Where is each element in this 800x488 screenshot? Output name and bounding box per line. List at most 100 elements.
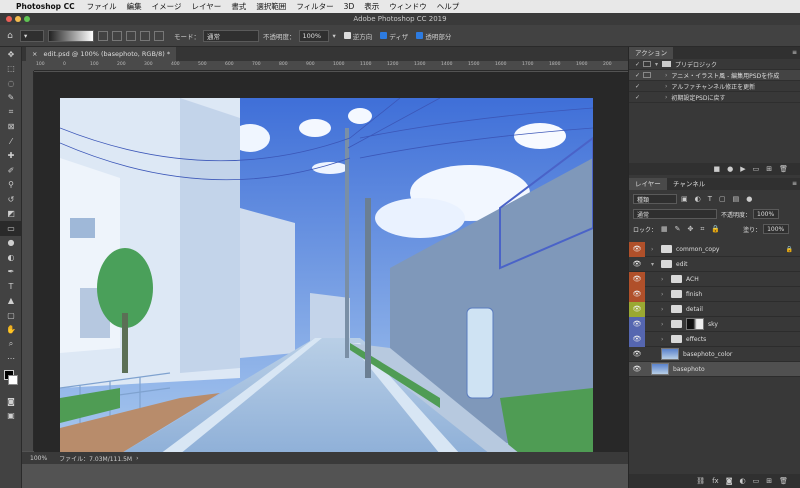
eraser-tool-icon[interactable]: ◩ bbox=[0, 207, 22, 222]
tab-actions[interactable]: アクション bbox=[629, 47, 674, 59]
new-group-icon[interactable]: ▭ bbox=[753, 477, 760, 485]
zoom-tool-icon[interactable]: ⌕ bbox=[0, 337, 22, 352]
menu-select[interactable]: 選択範囲 bbox=[256, 1, 286, 12]
dodge-tool-icon[interactable]: ◐ bbox=[0, 250, 22, 265]
action-toggle-icon[interactable]: ✓ bbox=[635, 72, 643, 79]
layer-row[interactable]: 👁 ▾ edit bbox=[629, 257, 800, 272]
tool-preset-picker[interactable]: ▾ bbox=[20, 29, 44, 42]
lock-all-icon[interactable]: 🔒 bbox=[711, 225, 720, 233]
background-color-swatch[interactable] bbox=[8, 375, 18, 385]
menu-filter[interactable]: フィルター bbox=[296, 1, 333, 12]
blur-tool-icon[interactable]: ● bbox=[0, 236, 22, 251]
visibility-eye-icon[interactable]: 👁 bbox=[629, 286, 645, 302]
mode-select[interactable]: 通常 bbox=[203, 29, 259, 42]
menu-edit[interactable]: 編集 bbox=[127, 1, 142, 12]
chevron-right-icon[interactable]: › bbox=[665, 83, 667, 90]
frame-tool-icon[interactable]: ⊠ bbox=[0, 120, 22, 135]
type-tool-icon[interactable]: T bbox=[0, 279, 22, 294]
link-layers-icon[interactable]: ⛓ bbox=[696, 477, 705, 485]
chevron-right-icon[interactable]: › bbox=[661, 321, 667, 328]
action-row[interactable]: ✓ › アニメ・イラスト風 - 編集用PSDを作成 bbox=[629, 70, 800, 81]
layer-mask-icon[interactable]: ◙ bbox=[726, 477, 733, 485]
layer-thumbnail[interactable] bbox=[651, 363, 669, 375]
filter-adjust-icon[interactable]: ◐ bbox=[695, 195, 701, 203]
layer-style-icon[interactable]: fx bbox=[712, 477, 719, 485]
chevron-right-icon[interactable]: › bbox=[661, 291, 667, 298]
menu-file[interactable]: ファイル bbox=[87, 1, 117, 12]
action-toggle-icon[interactable]: ✓ bbox=[635, 61, 643, 68]
zoom-window-icon[interactable] bbox=[24, 16, 30, 22]
action-toggle-icon[interactable]: ✓ bbox=[635, 83, 643, 90]
layer-row[interactable]: 👁 › ACH bbox=[629, 271, 800, 287]
pen-tool-icon[interactable]: ✒ bbox=[0, 265, 22, 280]
visibility-eye-icon[interactable]: 👁 bbox=[629, 331, 645, 347]
filter-toggle-icon[interactable]: ● bbox=[746, 195, 752, 203]
filter-pixel-icon[interactable]: ▣ bbox=[681, 195, 688, 203]
home-icon[interactable]: ⌂ bbox=[0, 31, 20, 41]
linear-gradient-button[interactable] bbox=[98, 30, 108, 41]
visibility-eye-icon[interactable]: 👁 bbox=[629, 362, 645, 377]
fill-input[interactable]: 100% bbox=[763, 224, 790, 234]
crop-tool-icon[interactable]: ⌗ bbox=[0, 105, 22, 120]
lock-pixels-icon[interactable]: ✎ bbox=[675, 225, 681, 233]
rectangle-tool-icon[interactable]: ▢ bbox=[0, 308, 22, 323]
tab-channels[interactable]: チャンネル bbox=[667, 178, 711, 190]
panel-menu-icon[interactable]: ≡ bbox=[792, 180, 797, 187]
visibility-eye-icon[interactable]: 👁 bbox=[629, 271, 645, 287]
chevron-right-icon[interactable]: › bbox=[665, 72, 667, 79]
layer-row[interactable]: 👁 › effects bbox=[629, 331, 800, 347]
reverse-checkbox[interactable] bbox=[343, 32, 351, 39]
quick-mask-icon[interactable]: ◙ bbox=[0, 394, 22, 409]
menu-layer[interactable]: レイヤー bbox=[192, 1, 222, 12]
marquee-tool-icon[interactable]: ⬚ bbox=[0, 62, 22, 77]
new-set-icon[interactable]: ▭ bbox=[753, 165, 760, 173]
eyedropper-tool-icon[interactable]: ⁄ bbox=[0, 134, 22, 149]
new-action-icon[interactable]: ⊞ bbox=[766, 165, 772, 173]
brush-tool-icon[interactable]: ✐ bbox=[0, 163, 22, 178]
radial-gradient-button[interactable] bbox=[112, 30, 122, 41]
visibility-eye-icon[interactable]: 👁 bbox=[629, 257, 645, 272]
menu-image[interactable]: イメージ bbox=[152, 1, 182, 12]
filter-smart-icon[interactable]: ▤ bbox=[733, 195, 740, 203]
layer-row[interactable]: 👁 basephoto bbox=[629, 362, 800, 377]
close-window-icon[interactable] bbox=[6, 16, 12, 22]
chevron-right-icon[interactable]: › bbox=[661, 336, 667, 343]
opacity-input[interactable]: 100% bbox=[298, 29, 329, 42]
minimize-window-icon[interactable] bbox=[15, 16, 21, 22]
angle-gradient-button[interactable] bbox=[126, 30, 136, 41]
panel-menu-icon[interactable]: ≡ bbox=[792, 49, 797, 56]
chevron-right-icon[interactable]: › bbox=[661, 276, 667, 283]
play-icon[interactable]: ▶ bbox=[740, 165, 745, 173]
screen-mode-icon[interactable]: ▣ bbox=[0, 409, 22, 424]
visibility-eye-icon[interactable]: 👁 bbox=[629, 347, 645, 362]
action-toggle-icon[interactable]: ✓ bbox=[635, 94, 643, 101]
reflected-gradient-button[interactable] bbox=[140, 30, 150, 41]
opacity-chevron-icon[interactable]: ▾ bbox=[333, 32, 336, 40]
path-select-tool-icon[interactable]: ▲ bbox=[0, 294, 22, 309]
lock-position-icon[interactable]: ✥ bbox=[688, 225, 694, 233]
menu-type[interactable]: 書式 bbox=[231, 1, 246, 12]
chevron-right-icon[interactable]: › bbox=[661, 306, 667, 313]
layer-row[interactable]: 👁 › sky bbox=[629, 316, 800, 332]
transparency-checkbox[interactable] bbox=[416, 32, 424, 39]
tab-close-icon[interactable]: × bbox=[32, 50, 37, 58]
action-dialog-icon[interactable] bbox=[643, 72, 651, 78]
history-brush-tool-icon[interactable]: ↺ bbox=[0, 192, 22, 207]
action-row[interactable]: ✓ ▾ プリデロジック bbox=[629, 59, 800, 70]
filter-shape-icon[interactable]: ▢ bbox=[719, 195, 726, 203]
visibility-eye-icon[interactable]: 👁 bbox=[629, 301, 645, 317]
file-size-info[interactable]: ファイル：7.03M/111.5M bbox=[59, 454, 132, 463]
chevron-right-icon[interactable]: › bbox=[665, 94, 667, 101]
menu-view[interactable]: 表示 bbox=[364, 1, 379, 12]
color-swatches[interactable] bbox=[0, 366, 22, 394]
vertical-ruler[interactable] bbox=[22, 71, 34, 451]
document-tab[interactable]: × edit.psd @ 100% (basephoto, RGB/8) * bbox=[26, 47, 177, 61]
chevron-down-icon[interactable]: ▾ bbox=[655, 61, 658, 68]
menu-help[interactable]: ヘルプ bbox=[437, 1, 460, 12]
lock-artboard-icon[interactable]: ⌗ bbox=[700, 225, 704, 234]
adjustment-layer-icon[interactable]: ◐ bbox=[740, 477, 746, 485]
quick-select-tool-icon[interactable]: ✎ bbox=[0, 91, 22, 106]
healing-brush-tool-icon[interactable]: ✚ bbox=[0, 149, 22, 164]
layer-thumbnail[interactable] bbox=[661, 348, 679, 360]
horizontal-ruler[interactable]: 100 0 100 200 300 400 500 600 700 800 900 1000 1100 1… bbox=[34, 61, 628, 71]
